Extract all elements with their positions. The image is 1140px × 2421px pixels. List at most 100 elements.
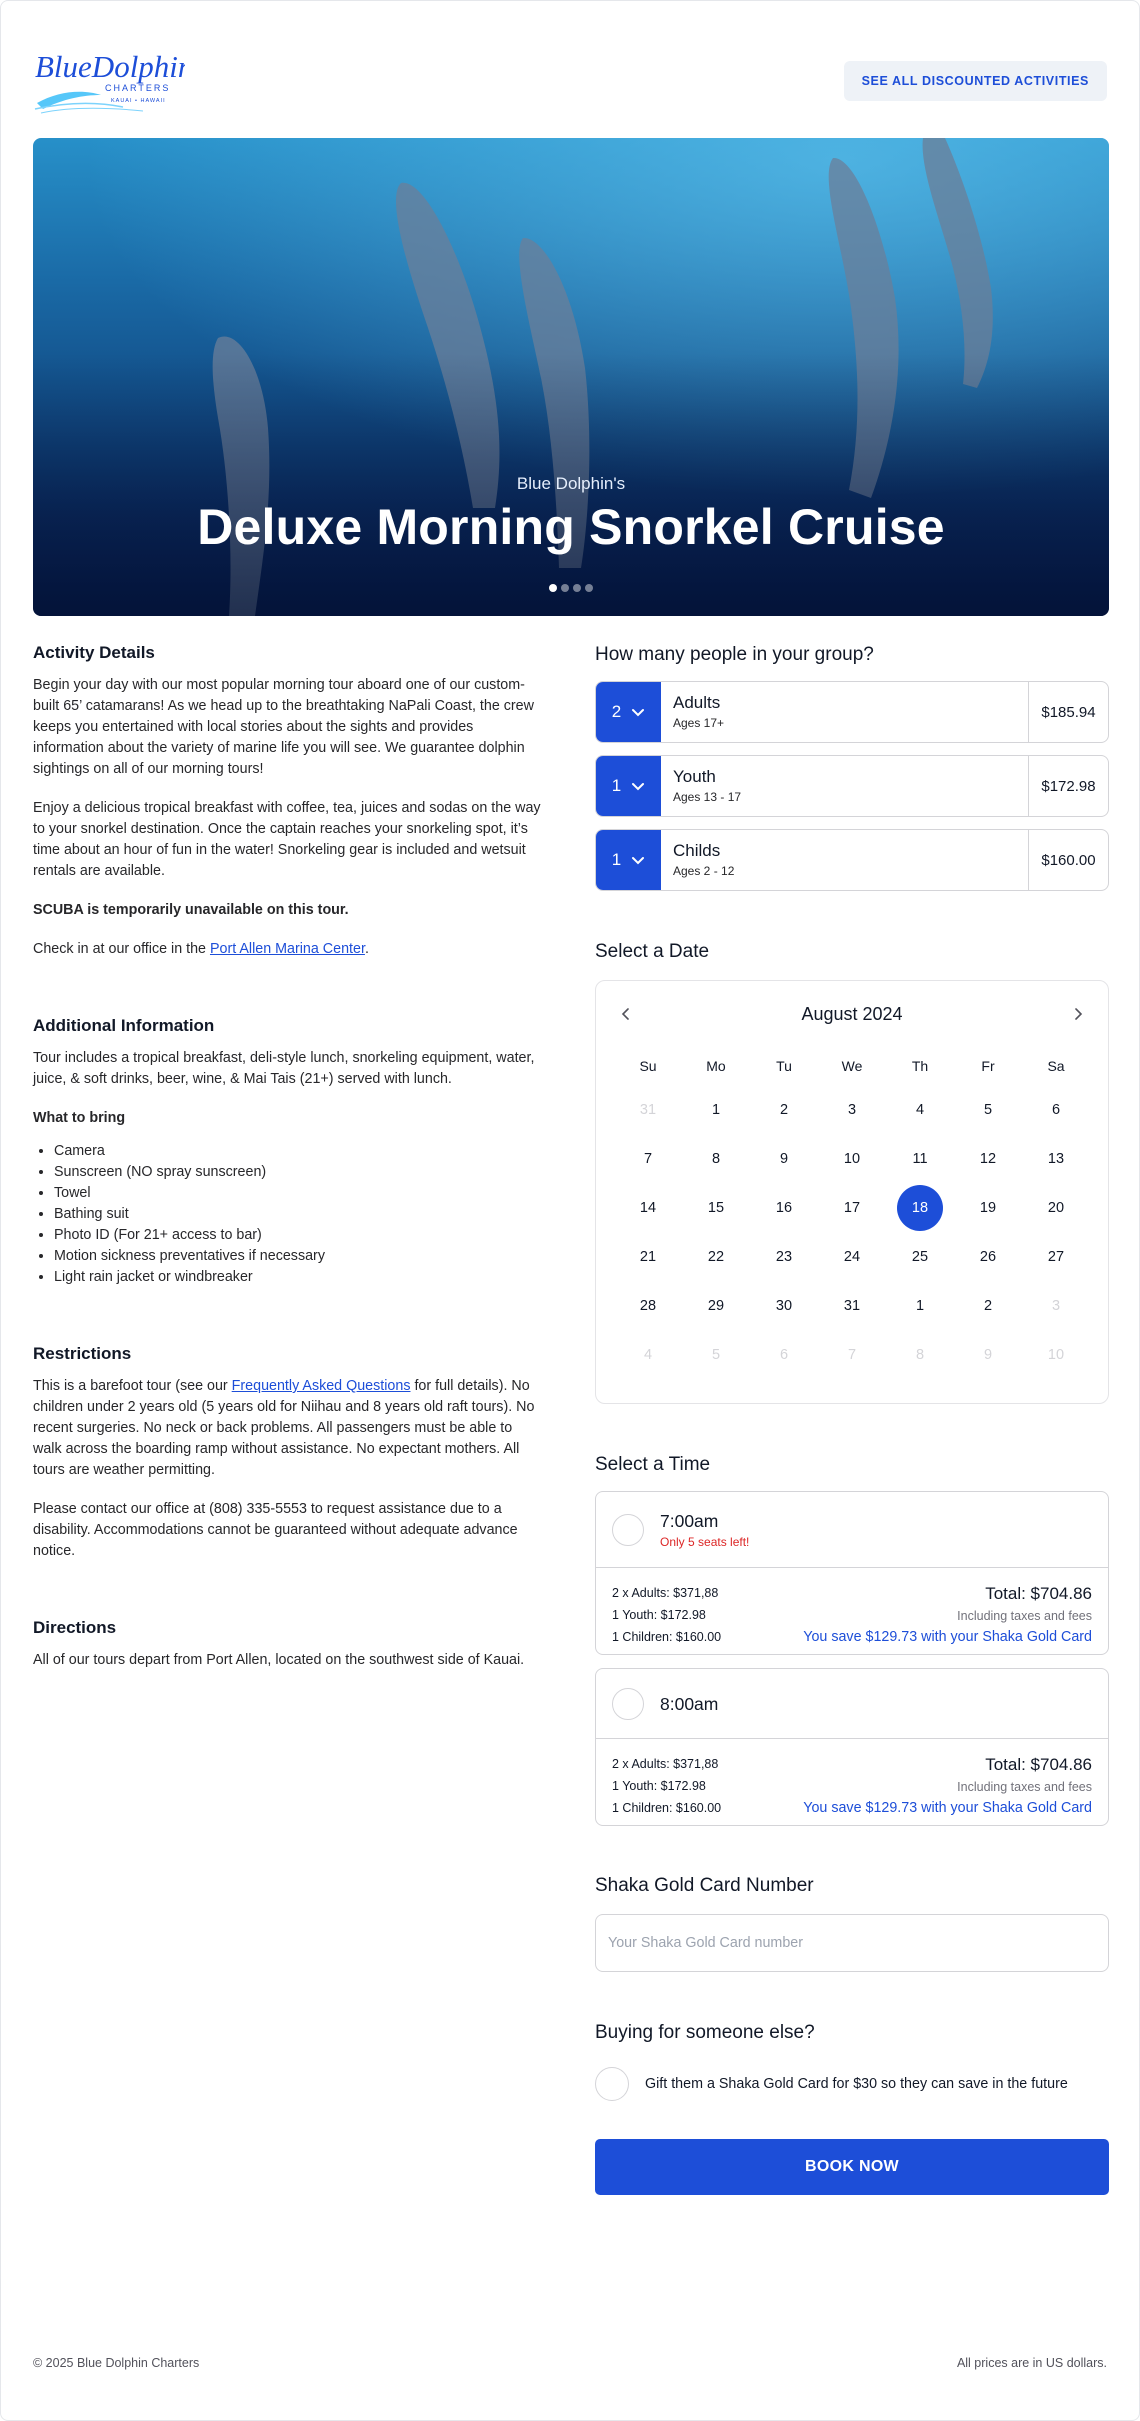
additional-info-heading: Additional Information (33, 1016, 215, 1035)
calendar-day[interactable]: 19 (954, 1183, 1022, 1232)
see-discounted-activities-button[interactable]: SEE ALL DISCOUNTED ACTIVITIES (843, 61, 1107, 101)
calendar-day[interactable]: 6 (1022, 1085, 1090, 1134)
calendar-day-selected[interactable]: 18 (886, 1183, 954, 1232)
savings-note: You save $129.73 with your Shaka Gold Ca… (803, 1800, 1092, 1816)
slide-dot-3[interactable] (573, 584, 581, 592)
port-allen-link[interactable]: Port Allen Marina Center (210, 941, 365, 957)
weekday-label: Mo (706, 1058, 726, 1074)
day-number: 4 (915, 1101, 925, 1118)
calendar-day[interactable]: 28 (614, 1281, 682, 1330)
day-number: 11 (912, 1150, 928, 1167)
gold-card-input[interactable] (608, 1935, 1108, 1951)
gift-radio[interactable] (595, 2067, 629, 2101)
time-slot-option[interactable]: 7:00am Only 5 seats left! (596, 1492, 1108, 1568)
person-type-label: Childs (673, 841, 721, 860)
calendar-day[interactable]: 31 (818, 1281, 886, 1330)
calendar-day[interactable]: 1 (886, 1281, 954, 1330)
calendar-day[interactable]: 1 (682, 1085, 750, 1134)
copyright: © 2025 Blue Dolphin Charters (33, 2356, 200, 2370)
calendar-day[interactable]: 4 (886, 1085, 954, 1134)
childs-qty-select[interactable]: 1 (596, 830, 661, 890)
day-number: 26 (979, 1248, 997, 1265)
calendar-day[interactable]: 9 (750, 1134, 818, 1183)
details-column: Activity Details Begin your day with our… (33, 641, 543, 1689)
day-number: 1 (915, 1297, 925, 1314)
adults-qty-select[interactable]: 2 (596, 682, 661, 742)
calendar-day[interactable]: 8 (682, 1134, 750, 1183)
children-line: 1 Children: $160.00 (612, 1630, 722, 1644)
calendar-day[interactable]: 13 (1022, 1134, 1090, 1183)
blue-dolphin-logo[interactable]: BlueDolphin CHARTERS KAUAI • HAWAII (33, 45, 185, 117)
slide-dot-2[interactable] (561, 584, 569, 592)
directions-heading: Directions (33, 1618, 117, 1637)
slide-dot-4[interactable] (585, 584, 593, 592)
day-number: 23 (775, 1248, 793, 1265)
price-breakdown: 2 x Adults: $371,88 1 Youth: $172.98 1 C… (596, 1568, 1108, 1654)
slide-indicators (33, 584, 1109, 592)
day-number: 10 (1047, 1346, 1065, 1363)
taxes-note: Including taxes and fees (957, 1780, 1092, 1794)
calendar-day[interactable]: 10 (818, 1134, 886, 1183)
calendar-day[interactable]: 5 (954, 1085, 1022, 1134)
childs-info: Childs Ages 2 - 12 (661, 830, 1028, 890)
activity-paragraph-2: Enjoy a delicious tropical breakfast wit… (33, 800, 541, 879)
gift-option[interactable]: Gift them a Shaka Gold Card for $30 so t… (595, 2067, 1109, 2101)
calendar-day[interactable]: 25 (886, 1232, 954, 1281)
qty-value: 2 (611, 702, 622, 721)
calendar-day[interactable]: 2 (954, 1281, 1022, 1330)
calendar-day[interactable]: 29 (682, 1281, 750, 1330)
day-number: 30 (775, 1297, 793, 1314)
day-number: 2 (779, 1101, 789, 1118)
checkin-text: Check in at our office in the Port Allen… (33, 939, 543, 960)
time-radio[interactable] (612, 1513, 644, 1546)
calendar-day[interactable]: 7 (614, 1134, 682, 1183)
calendar-day[interactable]: 24 (818, 1232, 886, 1281)
hero-title: Deluxe Morning Snorkel Cruise (197, 499, 945, 555)
day-number: 24 (843, 1248, 861, 1265)
total-price: Total: $704.86 (985, 1584, 1092, 1603)
calendar-day[interactable]: 27 (1022, 1232, 1090, 1281)
faq-link[interactable]: Frequently Asked Questions (232, 1378, 411, 1394)
checkin-suffix: . (364, 941, 369, 957)
qty-value: 1 (611, 850, 622, 869)
header: BlueDolphin CHARTERS KAUAI • HAWAII SEE … (33, 41, 1107, 121)
day-number: 8 (915, 1346, 925, 1363)
calendar-day[interactable]: 11 (886, 1134, 954, 1183)
time-slot-card: 7:00am Only 5 seats left! 2 x Adults: $3… (595, 1491, 1109, 1655)
next-month-button[interactable] (1066, 1002, 1090, 1026)
currency-note: All prices are in US dollars. (956, 2356, 1107, 2370)
calendar-day: 6 (750, 1330, 818, 1379)
time-radio[interactable] (612, 1687, 644, 1720)
calendar-day[interactable]: 16 (750, 1183, 818, 1232)
youth-qty-select[interactable]: 1 (596, 756, 661, 816)
gift-label: Gift them a Shaka Gold Card for $30 so t… (645, 2076, 1068, 2092)
book-now-button[interactable]: BOOK NOW (595, 2139, 1109, 2195)
calendar-day[interactable]: 2 (750, 1085, 818, 1134)
calendar-day[interactable]: 26 (954, 1232, 1022, 1281)
day-number: 14 (639, 1199, 657, 1216)
calendar-day[interactable]: 30 (750, 1281, 818, 1330)
person-price: $172.98 (1028, 756, 1108, 816)
activity-paragraph-1: Begin your day with our most popular mor… (33, 677, 534, 777)
calendar-day[interactable]: 15 (682, 1183, 750, 1232)
prev-month-button[interactable] (614, 1002, 638, 1026)
day-number: 22 (707, 1248, 725, 1265)
calendar-day[interactable]: 14 (614, 1183, 682, 1232)
calendar-day[interactable]: 12 (954, 1134, 1022, 1183)
calendar-day[interactable]: 22 (682, 1232, 750, 1281)
time-slot-card: 8:00am 2 x Adults: $371,88 1 Youth: $172… (595, 1668, 1109, 1826)
calendar-day: 8 (886, 1330, 954, 1379)
calendar-day[interactable]: 3 (818, 1085, 886, 1134)
qty-value: 1 (611, 776, 622, 795)
group-heading: How many people in your group? (595, 644, 874, 665)
person-age-label: Ages 2 - 12 (673, 864, 735, 878)
day-number: 20 (1047, 1199, 1065, 1216)
time-slot-option[interactable]: 8:00am (596, 1669, 1108, 1739)
slide-dot-1[interactable] (549, 584, 557, 592)
calendar-day[interactable]: 21 (614, 1232, 682, 1281)
calendar-day[interactable]: 20 (1022, 1183, 1090, 1232)
weekday-label: Sa (1047, 1058, 1065, 1074)
calendar-day[interactable]: 23 (750, 1232, 818, 1281)
calendar-day[interactable]: 17 (818, 1183, 886, 1232)
children-line: 1 Children: $160.00 (612, 1801, 722, 1815)
